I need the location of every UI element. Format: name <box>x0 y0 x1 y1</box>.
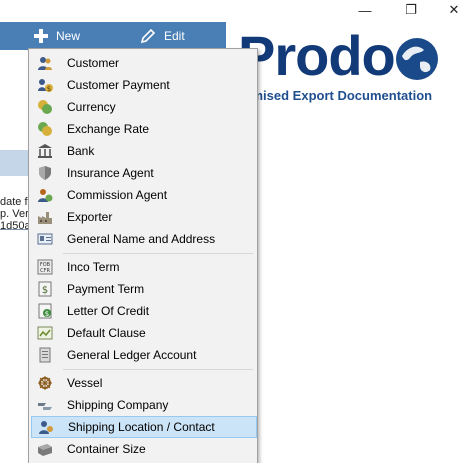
menu-item-letter-of-credit[interactable]: $ Letter Of Credit <box>31 300 257 322</box>
menu-item-label: General Name and Address <box>67 232 216 246</box>
menu-separator <box>63 369 253 370</box>
svg-text:$: $ <box>42 285 48 296</box>
people-icon <box>37 55 53 71</box>
menu-item-label: Insurance Agent <box>67 166 154 180</box>
edit-button[interactable]: Edit <box>140 22 185 50</box>
menu-item-label: General Ledger Account <box>67 348 197 362</box>
menu-item-exchange-rate[interactable]: Exchange Rate <box>31 118 257 140</box>
menu-item-bank[interactable]: Bank <box>31 140 257 162</box>
menu-item-general-ledger-account[interactable]: General Ledger Account <box>31 344 257 366</box>
menu-item-label: Shipping Company <box>67 398 169 412</box>
exchange-icon <box>37 121 53 137</box>
prodoc-logo: Prodoc stomised Export Documentation <box>232 22 474 110</box>
document-dollar-icon: $ <box>37 281 53 297</box>
plus-icon <box>34 29 48 43</box>
ledger-icon <box>37 347 53 363</box>
restore-button[interactable]: ❐ <box>388 0 434 20</box>
menu-item-label: Payment Term <box>67 282 145 296</box>
menu-item-label: Bank <box>67 144 95 158</box>
menu-item-label: Letter Of Credit <box>67 304 150 318</box>
menu-item-general-name-address[interactable]: General Name and Address <box>31 228 257 250</box>
menu-item-label: Inco Term <box>67 260 120 274</box>
letter-credit-icon: $ <box>37 303 53 319</box>
menu-item-label: Exchange Rate <box>67 122 150 136</box>
shipping-company-icon <box>37 397 53 413</box>
menu-item-label: Currency <box>67 100 116 114</box>
menu-item-label: Vessel <box>67 376 103 390</box>
menu-item-container-size[interactable]: Container Size <box>31 438 257 460</box>
svg-text:$: $ <box>45 310 49 318</box>
globe-icon <box>396 38 438 80</box>
window-controls: — ❐ ✕ <box>342 0 474 20</box>
menu-item-payment-term[interactable]: $ Payment Term <box>31 278 257 300</box>
agent-icon <box>37 187 53 203</box>
menu-item-shipping-company[interactable]: Shipping Company <box>31 394 257 416</box>
menu-item-label: Shipping Location / Contact <box>68 420 215 434</box>
minimize-button[interactable]: — <box>342 0 388 20</box>
logo-tagline: stomised Export Documentation <box>232 88 433 103</box>
menu-item-vessel[interactable]: Vessel <box>31 372 257 394</box>
menu-item-label: Exporter <box>67 210 113 224</box>
menu-item-label: Customer <box>67 56 120 70</box>
edit-label: Edit <box>164 29 185 43</box>
menu-item-insurance-agent[interactable]: Insurance Agent <box>31 162 257 184</box>
location-contact-icon <box>38 419 54 435</box>
ship-wheel-icon <box>37 375 53 391</box>
new-button[interactable]: New <box>34 22 80 50</box>
menu-item-label: Container Size <box>67 442 146 456</box>
menu-item-label: Commission Agent <box>67 188 168 202</box>
new-dropdown-menu: Customer $ Customer Payment Currency Exc… <box>28 48 258 463</box>
payment-icon: $ <box>37 77 53 93</box>
factory-icon <box>37 209 53 225</box>
menu-item-currency[interactable]: Currency <box>31 96 257 118</box>
menu-item-label: Customer Payment <box>67 78 170 92</box>
menu-item-exporter[interactable]: Exporter <box>31 206 257 228</box>
svg-text:$: $ <box>47 85 51 93</box>
bank-icon <box>37 143 53 159</box>
clause-icon <box>37 325 53 341</box>
svg-text:CFR: CFR <box>40 268 50 274</box>
close-button[interactable]: ✕ <box>434 0 474 20</box>
menu-item-customer-payment[interactable]: $ Customer Payment <box>31 74 257 96</box>
coins-icon <box>37 99 53 115</box>
menu-item-inco-term[interactable]: FOB CFR Inco Term <box>31 256 257 278</box>
incoterm-icon: FOB CFR <box>37 259 53 275</box>
menu-item-shipping-location-contact[interactable]: Shipping Location / Contact <box>31 416 257 438</box>
menu-item-commission-agent[interactable]: Commission Agent <box>31 184 257 206</box>
new-label: New <box>56 29 81 43</box>
shield-icon <box>37 165 53 181</box>
toolbar: New Edit <box>0 22 226 50</box>
menu-item-default-clause[interactable]: Default Clause <box>31 322 257 344</box>
menu-item-customer[interactable]: Customer <box>31 52 257 74</box>
menu-item-label: Default Clause <box>67 326 146 340</box>
container-icon <box>37 441 53 457</box>
menu-separator <box>63 253 253 254</box>
address-card-icon <box>37 231 53 247</box>
pencil-icon <box>140 28 156 44</box>
